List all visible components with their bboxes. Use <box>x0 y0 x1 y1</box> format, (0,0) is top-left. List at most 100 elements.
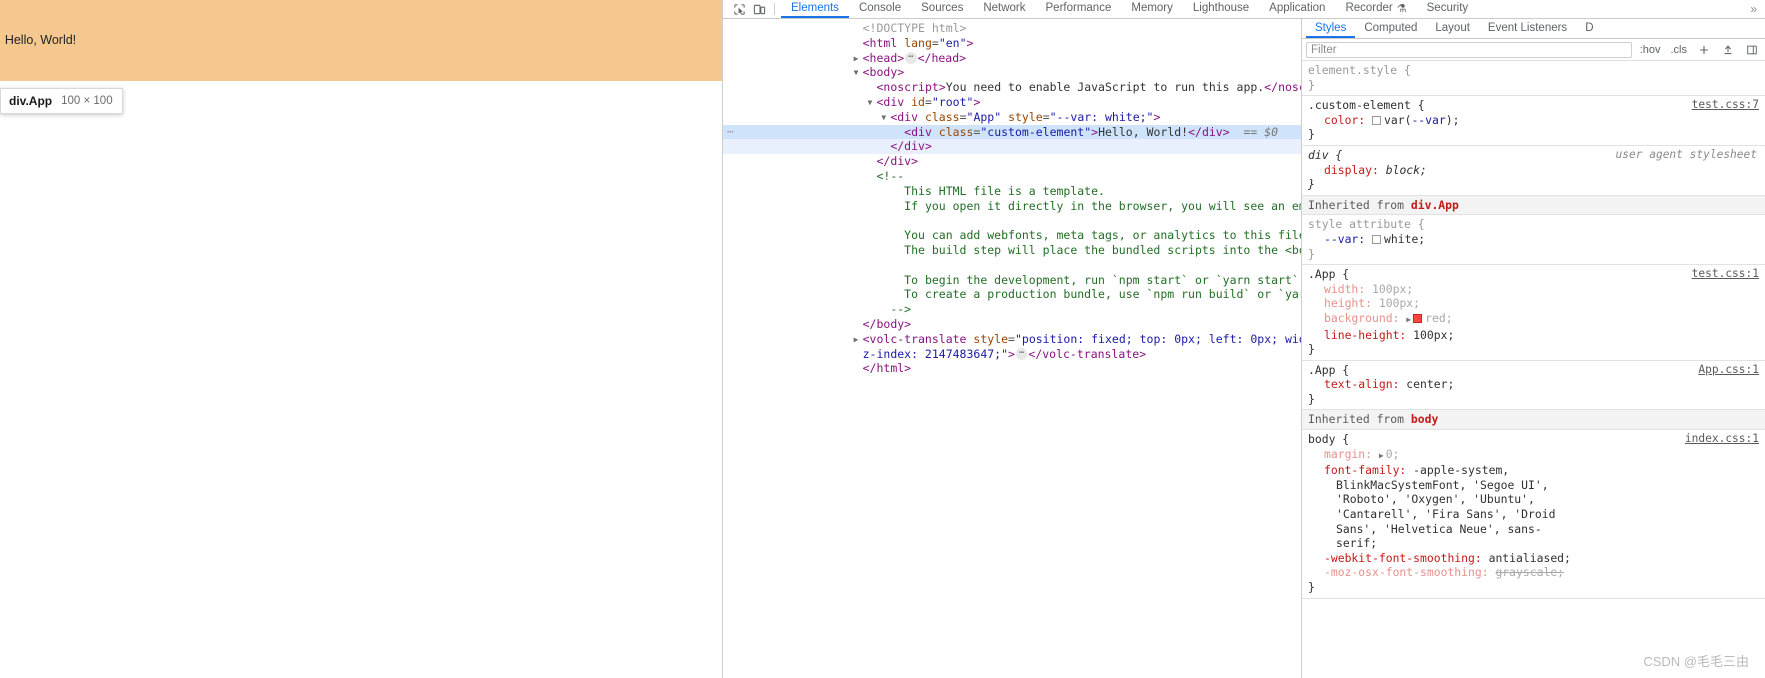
tab-security[interactable]: Security <box>1417 0 1479 18</box>
css-declaration[interactable]: -moz-osx-font-smoothing: grayscale; <box>1308 565 1759 580</box>
dom-node-row[interactable]: ▶ <box>723 213 1301 228</box>
hov-toggle-button[interactable]: :hov <box>1638 44 1663 56</box>
node-badge-icon[interactable]: ⋯ <box>727 125 734 140</box>
dom-token-comment: To begin the development, run `npm start… <box>904 272 1301 287</box>
dom-token-tag: </noscript> <box>1264 80 1301 95</box>
cls-toggle-button[interactable]: .cls <box>1669 44 1690 56</box>
css-declaration[interactable]: font-family: -apple-system, <box>1308 463 1759 478</box>
css-declaration[interactable]: 'Cantarell', 'Fira Sans', 'Droid <box>1308 507 1759 522</box>
dom-node-row[interactable]: ⋯ ▶<div class="custom-element">Hello, Wo… <box>723 124 1301 140</box>
css-declaration[interactable]: BlinkMacSystemFont, 'Segoe UI', <box>1308 478 1759 493</box>
collapse-arrow-icon[interactable]: ▼ <box>881 111 890 126</box>
css-declaration[interactable]: background: ▶ red; <box>1308 311 1759 328</box>
dom-node-row[interactable]: ▶</div> <box>723 154 1301 169</box>
css-source-link[interactable]: test.css:7 <box>1692 98 1759 113</box>
new-style-rule-icon[interactable] <box>1695 44 1713 56</box>
dom-node-row[interactable]: ▶To create a production bundle, use `npm… <box>723 287 1301 302</box>
dom-node-row[interactable]: ▶To begin the development, run `npm star… <box>723 273 1301 288</box>
color-swatch-icon[interactable] <box>1372 115 1382 125</box>
dom-node-row[interactable]: ▶You can add webfonts, meta tags, or ana… <box>723 228 1301 243</box>
css-selector[interactable]: style attribute { <box>1308 217 1759 232</box>
inherited-target[interactable]: div.App <box>1411 198 1459 212</box>
tab-console[interactable]: Console <box>849 0 911 18</box>
collapse-arrow-icon[interactable]: ▼ <box>854 66 863 81</box>
dom-node-row[interactable]: ▶This HTML file is a template. <box>723 184 1301 199</box>
css-selector[interactable]: .App { <box>1308 363 1759 378</box>
inspect-element-icon[interactable] <box>729 0 749 18</box>
expand-shorthand-icon[interactable]: ▶ <box>1379 451 1384 460</box>
dom-node-row[interactable]: ▶</body> <box>723 317 1301 332</box>
toggle-element-state-icon[interactable] <box>1719 44 1737 56</box>
css-declaration[interactable]: height: 100px; <box>1308 296 1759 311</box>
dom-node-row[interactable]: ▶<html lang="en"> <box>723 36 1301 51</box>
dom-node-row[interactable]: ▶<noscript>You need to enable JavaScript… <box>723 80 1301 95</box>
css-source-link[interactable]: index.css:1 <box>1685 432 1759 447</box>
css-source-link[interactable]: test.css:1 <box>1692 267 1759 282</box>
tab-sources[interactable]: Sources <box>911 0 973 18</box>
dom-node-row[interactable]: ▼ <div id="root"> <box>723 95 1301 110</box>
no-arrow-spacer: ▶ <box>881 140 890 155</box>
css-value-continuation: serif; <box>1336 536 1378 551</box>
tab-recorder[interactable]: Recorder ⚗ <box>1335 0 1416 18</box>
tab-network[interactable]: Network <box>973 0 1035 18</box>
css-declaration[interactable]: display: block; <box>1308 163 1759 178</box>
dom-token-attr: class <box>938 124 974 139</box>
dom-node-row[interactable]: ▶</div> <box>723 139 1301 155</box>
css-var-link[interactable]: --var <box>1411 113 1445 127</box>
device-toolbar-icon[interactable] <box>749 0 769 18</box>
css-selector[interactable]: element.style { <box>1308 63 1759 78</box>
tab-performance[interactable]: Performance <box>1036 0 1122 18</box>
css-declaration[interactable]: 'Roboto', 'Oxygen', 'Ubuntu', <box>1308 492 1759 507</box>
css-declaration[interactable]: Sans', 'Helvetica Neue', sans- <box>1308 522 1759 537</box>
dom-tree-pane[interactable]: ▶<!DOCTYPE html> ▶<html lang="en"> ▶<hea… <box>723 19 1301 678</box>
dom-node-row[interactable]: ▶z-index: 2147483647;">⋯</volc-translate… <box>723 347 1301 362</box>
dom-token-tag: <html <box>862 35 905 50</box>
dom-node-row[interactable]: ▶<!-- <box>723 169 1301 184</box>
color-swatch-icon[interactable] <box>1372 234 1382 244</box>
styles-filter-input[interactable]: Filter <box>1306 41 1632 58</box>
dom-node-row[interactable]: ▶If you open it directly in the browser,… <box>723 199 1301 214</box>
computed-sidebar-icon[interactable] <box>1743 44 1761 56</box>
tab-application[interactable]: Application <box>1259 0 1335 18</box>
styles-tab-computed[interactable]: Computed <box>1355 19 1426 38</box>
no-arrow-spacer: ▶ <box>895 200 904 215</box>
tab-elements[interactable]: Elements <box>781 0 849 18</box>
css-source-link[interactable]: App.css:1 <box>1698 363 1759 378</box>
dom-node-row[interactable]: ▶<!DOCTYPE html> <box>723 21 1301 36</box>
css-declaration[interactable]: margin: ▶ 0; <box>1308 447 1759 464</box>
dom-node-row[interactable]: ▶--> <box>723 302 1301 317</box>
styles-tab-d[interactable]: D <box>1576 19 1602 38</box>
tab-label: Application <box>1269 2 1326 14</box>
color-swatch-icon[interactable] <box>1413 313 1423 323</box>
ellipsis-icon[interactable]: ⋯ <box>1015 348 1028 361</box>
styles-tab-layout[interactable]: Layout <box>1426 19 1479 38</box>
inherited-target[interactable]: body <box>1411 412 1438 426</box>
collapse-arrow-icon[interactable]: ▼ <box>867 96 876 111</box>
tab-lighthouse[interactable]: Lighthouse <box>1183 0 1259 18</box>
expand-arrow-icon[interactable]: ▶ <box>854 52 863 67</box>
css-declaration[interactable]: line-height: 100px; <box>1308 328 1759 343</box>
expand-arrow-icon[interactable]: ▶ <box>854 333 863 348</box>
css-declaration[interactable]: -webkit-font-smoothing: antialiased; <box>1308 551 1759 566</box>
css-declaration[interactable]: --var: white; <box>1308 232 1759 247</box>
dom-node-row[interactable]: ▶ <box>723 258 1301 273</box>
ellipsis-icon[interactable]: ⋯ <box>905 52 917 65</box>
more-tabs-icon[interactable]: » <box>1742 0 1765 18</box>
styles-tab-event-listeners[interactable]: Event Listeners <box>1479 19 1576 38</box>
dom-node-row[interactable]: ▶ <volc-translate style="position: fixed;… <box>723 332 1301 347</box>
app-element-highlight[interactable]: Hello, World! <box>0 0 81 81</box>
tab-label: Memory <box>1131 2 1173 14</box>
css-declaration[interactable]: text-align: center; <box>1308 377 1759 392</box>
styles-tab-styles[interactable]: Styles <box>1306 19 1356 38</box>
expand-shorthand-icon[interactable]: ▶ <box>1406 315 1411 324</box>
css-declaration[interactable]: serif; <box>1308 536 1759 551</box>
css-declaration[interactable]: color: var(--var); <box>1308 113 1759 128</box>
dom-node-row[interactable]: ▶ <head> ⋯ </head> <box>723 51 1301 66</box>
tab-memory[interactable]: Memory <box>1121 0 1183 18</box>
dom-node-row[interactable]: ▼ <body> <box>723 65 1301 80</box>
css-declaration[interactable]: width: 100px; <box>1308 282 1759 297</box>
dom-node-row[interactable]: ▼ <div class="App" style="--var: white;"> <box>723 110 1301 125</box>
dom-node-row[interactable]: ▶</html> <box>723 361 1301 376</box>
dom-node-row[interactable]: ▶The build step will place the bundled s… <box>723 243 1301 258</box>
